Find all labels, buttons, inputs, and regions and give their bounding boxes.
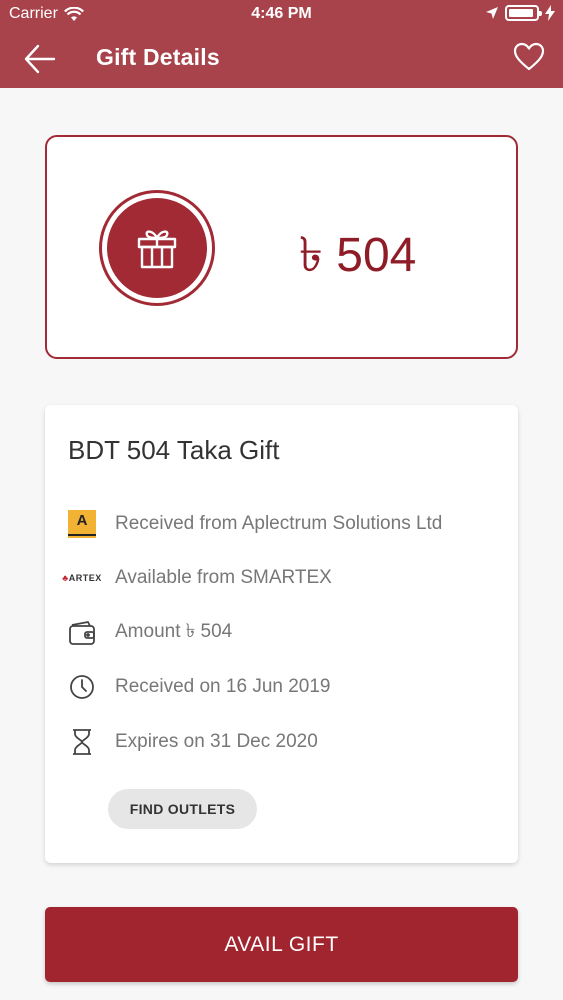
gift-icon: [137, 230, 177, 269]
detail-row-received-from: A Received from Aplectrum Solutions Ltd: [67, 508, 507, 540]
wallet-icon: [67, 618, 97, 648]
gift-title: BDT 504 Taka Gift: [68, 435, 280, 465]
smartex-logo-icon: ♣ARTEX: [62, 563, 101, 593]
heart-icon: [513, 42, 545, 71]
gift-badge-inner: [107, 198, 207, 298]
location-arrow-icon: [486, 7, 498, 19]
avail-gift-button[interactable]: AVAIL GIFT: [45, 907, 518, 982]
charging-bolt-icon: [545, 5, 555, 21]
detail-row-available-from: ♣ARTEX Available from SMARTEX: [62, 562, 507, 594]
gift-value-card: ৳ 504: [45, 135, 518, 359]
nav-bar: Gift Details: [0, 30, 563, 88]
amount-text: Amount ৳ 504: [115, 621, 233, 642]
expires-on-text: Expires on 31 Dec 2020: [115, 731, 318, 752]
gift-details-card: BDT 504 Taka Gift A Received from Aplect…: [45, 405, 518, 863]
status-time: 4:46 PM: [251, 5, 312, 22]
received-from-text: Received from Aplectrum Solutions Ltd: [115, 513, 443, 534]
battery-icon: [505, 5, 542, 21]
aplectrum-logo-letter: A: [76, 512, 88, 529]
status-bar: Carrier 4:46 PM: [0, 0, 563, 30]
gift-amount: ৳ 504: [299, 229, 417, 282]
favorite-button[interactable]: [513, 42, 547, 74]
clock-icon: [67, 672, 97, 702]
aplectrum-logo: A: [68, 510, 96, 538]
detail-row-expires: Expires on 31 Dec 2020: [67, 726, 507, 758]
hourglass-icon: [67, 727, 97, 757]
available-from-text: Available from SMARTEX: [115, 567, 332, 588]
find-outlets-button[interactable]: FIND OUTLETS: [108, 789, 257, 829]
aplectrum-logo-icon: A: [67, 509, 97, 539]
back-button[interactable]: [22, 42, 62, 76]
detail-row-received-on: Received on 16 Jun 2019: [67, 671, 507, 703]
arrow-left-icon: [24, 44, 56, 74]
received-on-text: Received on 16 Jun 2019: [115, 676, 331, 697]
gift-badge: [99, 190, 215, 306]
smartex-logo-text: ARTEX: [68, 572, 102, 583]
page-title: Gift Details: [96, 44, 220, 70]
app-header: Carrier 4:46 PM Gift Details: [0, 0, 563, 88]
status-right: [485, 5, 555, 21]
detail-row-amount: Amount ৳ 504: [67, 617, 507, 649]
smartex-logo: ♣ARTEX: [62, 572, 102, 583]
